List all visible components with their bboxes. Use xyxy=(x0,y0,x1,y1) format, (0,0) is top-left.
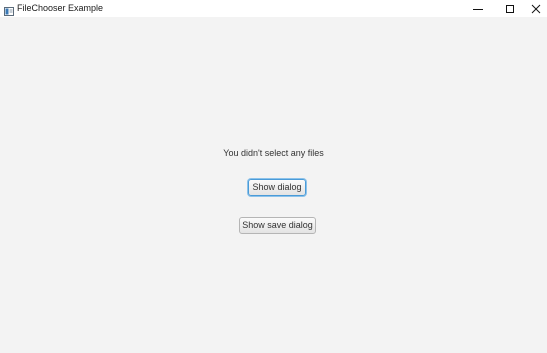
app-icon xyxy=(4,3,14,16)
close-icon xyxy=(531,4,541,14)
selection-status-label: You didn't select any files xyxy=(223,148,324,158)
title-bar[interactable]: FileChooser Example xyxy=(0,0,547,17)
show-dialog-button[interactable]: Show dialog xyxy=(248,179,306,196)
maximize-button[interactable] xyxy=(494,0,526,17)
show-save-dialog-button[interactable]: Show save dialog xyxy=(239,217,316,234)
minimize-icon xyxy=(473,4,483,14)
minimize-button[interactable] xyxy=(462,0,494,17)
close-button[interactable] xyxy=(525,0,547,17)
app-window: FileChooser Example You didn't select an… xyxy=(0,0,547,353)
maximize-icon xyxy=(505,4,515,14)
main-content: You didn't select any files Show dialog … xyxy=(0,17,547,353)
window-title: FileChooser Example xyxy=(17,3,104,13)
